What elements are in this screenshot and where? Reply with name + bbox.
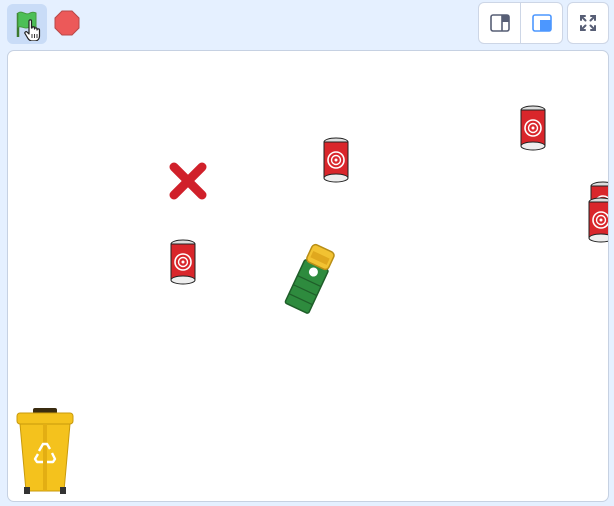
soda-can-icon[interactable] [518,105,548,158]
soda-can-icon[interactable] [586,197,608,250]
green-flag-icon [16,11,41,41]
stop-sign-icon [54,10,80,36]
stop-button[interactable] [50,6,84,40]
green-flag-button[interactable] [7,4,47,44]
fullscreen-icon [580,15,596,31]
stage-canvas[interactable] [7,50,609,502]
small-stage-button[interactable] [479,3,520,43]
soda-can-icon[interactable] [168,239,198,292]
fullscreen-button[interactable] [567,2,609,44]
recycle-bin-icon[interactable] [14,407,76,501]
small-stage-layout-icon [489,14,510,32]
normal-stage-layout-icon [531,14,552,32]
stage-toolbar [0,0,614,46]
soda-can-icon[interactable] [321,137,351,190]
normal-stage-button[interactable] [520,3,562,43]
garbage-truck-icon[interactable] [270,237,350,322]
stage-layout-toggle [478,2,563,44]
red-x-icon[interactable] [166,159,210,208]
